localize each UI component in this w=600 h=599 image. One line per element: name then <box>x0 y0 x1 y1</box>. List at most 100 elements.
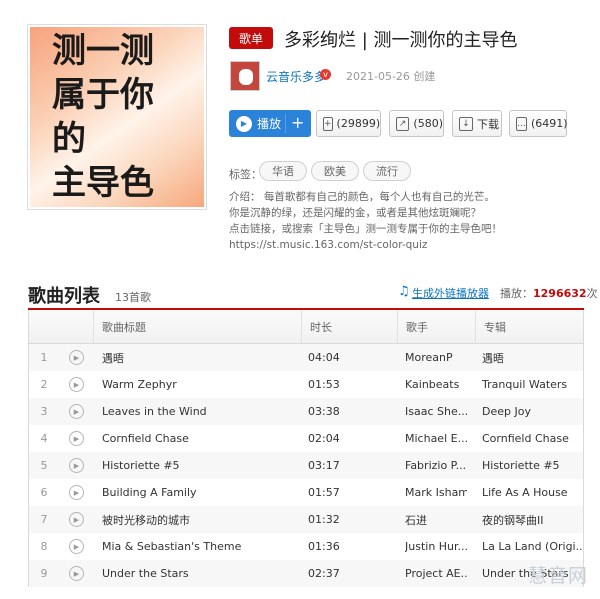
playlist-cover: 测一测 属于你的 主导色 <box>27 24 207 210</box>
song-album[interactable]: Life As A House <box>482 479 582 506</box>
song-album[interactable]: Cornfield Chase <box>482 425 582 452</box>
play-label: 播放 <box>257 117 282 131</box>
row-index: 5 <box>40 459 48 472</box>
play-icon: ▶ <box>69 350 84 365</box>
song-artist[interactable]: Mark Isham <box>405 479 467 506</box>
playlist-description: 介绍： 每首歌都有自己的颜色，每个人也有自己的光芒。 你是沉静的绿，还是闪耀的金… <box>229 189 589 253</box>
cover-image: 测一测 属于你的 主导色 <box>30 27 204 207</box>
header-artist: 歌手 <box>397 310 475 344</box>
play-button[interactable]: ▶ 播放 + <box>229 110 311 137</box>
divider <box>285 114 286 133</box>
row-index: 6 <box>40 486 48 499</box>
row-play-button[interactable]: ▶ <box>69 533 85 560</box>
play-count-unit: 次 <box>586 287 598 300</box>
song-count: 13首歌 <box>115 291 151 304</box>
song-artist[interactable]: Michael E... <box>405 425 467 452</box>
song-artist[interactable]: Isaac She... <box>405 398 467 425</box>
song-title[interactable]: Building A Family <box>102 479 302 506</box>
row-index: 8 <box>40 540 48 553</box>
creator-name[interactable]: 云音乐多多 <box>266 68 326 85</box>
song-list-title: 歌曲列表 <box>28 286 100 307</box>
song-duration: 01:53 <box>308 378 340 391</box>
row-play-button[interactable]: ▶ <box>69 398 85 425</box>
row-play-button[interactable]: ▶ <box>69 425 85 452</box>
song-album[interactable]: La La Land (Origi... <box>482 533 582 560</box>
row-index: 9 <box>40 567 48 580</box>
row-play-button[interactable]: ▶ <box>69 371 85 398</box>
play-count-label: 播放： <box>500 287 533 300</box>
song-title[interactable]: Leaves in the Wind <box>102 398 302 425</box>
tag-pop[interactable]: 流行 <box>363 161 411 181</box>
table-row[interactable]: 6 ▶ Building A Family 01:57 Mark Isham Life A… <box>29 479 583 506</box>
download-button[interactable]: ↓ 下载 <box>452 110 502 137</box>
row-index: 4 <box>40 432 48 445</box>
table-row[interactable]: 5 ▶ Historiette #5 03:17 Fabrizio P... Histor… <box>29 452 583 479</box>
play-icon: ▶ <box>69 512 84 527</box>
table-row[interactable]: 9 ▶ Under the Stars 02:37 Project AE... Under… <box>29 560 583 587</box>
row-play-button[interactable]: ▶ <box>69 479 85 506</box>
play-count-value: 1296632 <box>533 287 587 300</box>
song-title[interactable]: Warm Zephyr <box>102 371 302 398</box>
comment-button[interactable]: … (6491) <box>509 110 568 137</box>
table-row[interactable]: 8 ▶ Mia & Sebastian's Theme 01:36 Justin Hur… <box>29 533 583 560</box>
song-album[interactable]: Tranquil Waters <box>482 371 582 398</box>
table-row[interactable]: 1 ▶ 遇晤 04:04 MoreanP 遇晤 <box>29 344 583 371</box>
row-play-button[interactable]: ▶ <box>69 506 85 533</box>
header-title: 歌曲标题 <box>93 310 301 344</box>
song-album[interactable]: Deep Joy <box>482 398 582 425</box>
table-row[interactable]: 3 ▶ Leaves in the Wind 03:38 Isaac She... Dee… <box>29 398 583 425</box>
song-title[interactable]: 遇晤 <box>102 344 302 371</box>
song-album[interactable]: 夜的钢琴曲II <box>482 506 582 533</box>
header-duration: 时长 <box>301 310 397 344</box>
collect-button[interactable]: + (29899) <box>316 110 381 137</box>
song-artist[interactable]: Project AE... <box>405 560 467 587</box>
music-note-icon: ♫ <box>398 284 410 299</box>
song-album[interactable]: Historiette #5 <box>482 452 582 479</box>
download-label: 下载 <box>477 117 499 131</box>
row-index: 3 <box>40 405 48 418</box>
song-duration: 04:04 <box>308 351 340 364</box>
tag-western[interactable]: 欧美 <box>311 161 359 181</box>
comment-icon: … <box>516 116 527 131</box>
row-index: 1 <box>40 351 48 364</box>
song-album[interactable]: 遇晤 <box>482 344 582 371</box>
song-title[interactable]: Historiette #5 <box>102 452 302 479</box>
play-icon: ▶ <box>69 485 84 500</box>
row-play-button[interactable]: ▶ <box>69 452 85 479</box>
description-link[interactable]: https://st.music.163.com/st-color-quiz <box>229 237 589 253</box>
share-button[interactable]: ↗ (580) <box>389 110 444 137</box>
row-play-button[interactable]: ▶ <box>69 560 85 587</box>
song-title[interactable]: Under the Stars <box>102 560 302 587</box>
song-duration: 01:57 <box>308 486 340 499</box>
table-row[interactable]: 4 ▶ Cornfield Chase 02:04 Michael E... Cornfi… <box>29 425 583 452</box>
tag-mandarin[interactable]: 华语 <box>259 161 307 181</box>
add-to-queue-button[interactable]: + <box>291 113 304 132</box>
song-table: 歌曲标题 时长 歌手 专辑 1 ▶ 遇晤 04:04 MoreanP 遇晤 2 ▶ Warm Z… <box>28 310 584 587</box>
song-title[interactable]: Mia & Sebastian's Theme <box>102 533 302 560</box>
cover-text: 测一测 属于你的 主导色 <box>52 31 154 203</box>
download-icon: ↓ <box>459 116 473 131</box>
table-row[interactable]: 2 ▶ Warm Zephyr 01:53 Kainbeats Tranquil Wate… <box>29 371 583 398</box>
song-duration: 02:37 <box>308 567 340 580</box>
play-icon: ▶ <box>69 566 84 581</box>
play-icon: ▶ <box>69 458 84 473</box>
row-play-button[interactable]: ▶ <box>69 344 85 371</box>
vip-icon: v <box>320 69 331 80</box>
header-album: 专辑 <box>475 310 585 344</box>
song-artist[interactable]: MoreanP <box>405 344 467 371</box>
song-title[interactable]: Cornfield Chase <box>102 425 302 452</box>
creator-avatar[interactable] <box>230 61 260 91</box>
song-artist[interactable]: 石进 <box>405 506 467 533</box>
song-artist[interactable]: Kainbeats <box>405 371 467 398</box>
song-artist[interactable]: Justin Hur... <box>405 533 467 560</box>
table-row[interactable]: 7 ▶ 被时光移动的城市 01:32 石进 夜的钢琴曲II <box>29 506 583 533</box>
created-date: 2021-05-26 创建 <box>346 70 436 83</box>
play-icon: ▶ <box>69 404 84 419</box>
description-line: 介绍： 每首歌都有自己的颜色，每个人也有自己的光芒。 <box>229 191 495 203</box>
watermark: 慧音网 <box>528 565 589 587</box>
song-title[interactable]: 被时光移动的城市 <box>102 506 302 533</box>
generate-player-link[interactable]: 生成外链播放器 <box>412 285 489 301</box>
song-artist[interactable]: Fabrizio P... <box>405 452 467 479</box>
comment-count: (6491) <box>531 117 568 130</box>
row-index: 2 <box>40 378 48 391</box>
